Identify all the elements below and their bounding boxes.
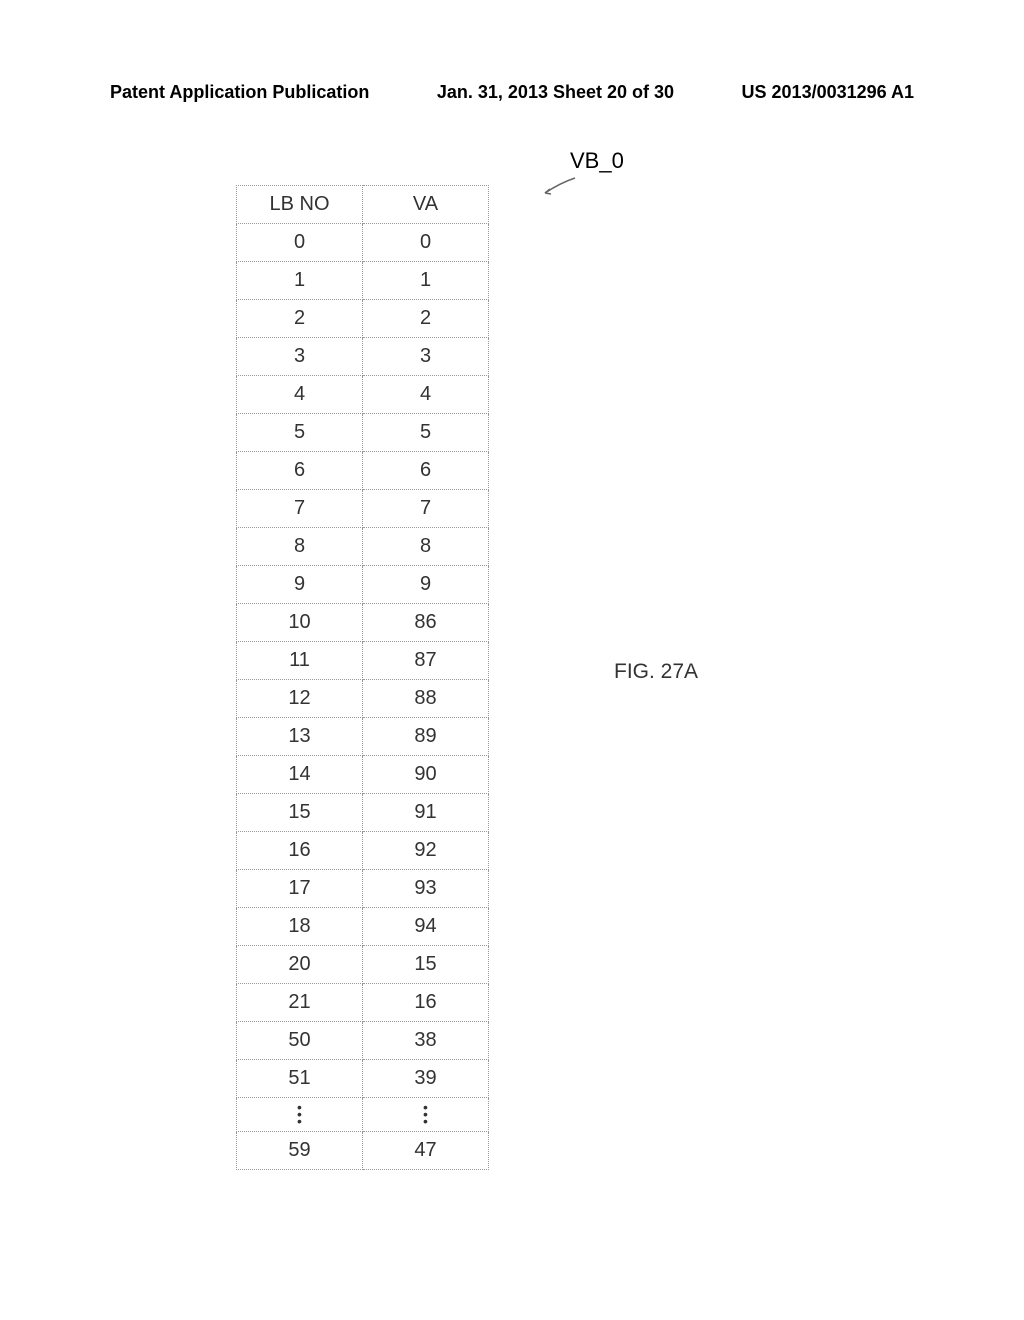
cell-lb: 8: [237, 528, 363, 566]
cell-va: 6: [363, 452, 489, 490]
cell-lb: 51: [237, 1060, 363, 1098]
cell-lb: 2: [237, 300, 363, 338]
cell-lb: 0: [237, 224, 363, 262]
cell-va: 3: [363, 338, 489, 376]
figure-label: FIG. 27A: [614, 660, 698, 684]
table-row: 1591: [237, 794, 489, 832]
cell-va: 93: [363, 870, 489, 908]
cell-lb: 5: [237, 414, 363, 452]
table-row: 5038: [237, 1022, 489, 1060]
cell-lb: 18: [237, 908, 363, 946]
cell-va: 16: [363, 984, 489, 1022]
table-row: 44: [237, 376, 489, 414]
cell-va: 38: [363, 1022, 489, 1060]
cell-lb: 16: [237, 832, 363, 870]
cell-lb: 4: [237, 376, 363, 414]
table-row: 22: [237, 300, 489, 338]
cell-va: 2: [363, 300, 489, 338]
table-row: 55: [237, 414, 489, 452]
table-body: 0011223344556677889910861187128813891490…: [237, 224, 489, 1170]
cell-va: 7: [363, 490, 489, 528]
table-row: 88: [237, 528, 489, 566]
cell-lb: 9: [237, 566, 363, 604]
cell-lb: •••: [237, 1098, 363, 1132]
cell-va: 1: [363, 262, 489, 300]
col-header-lb: LB NO: [237, 186, 363, 224]
table-row: 1490: [237, 756, 489, 794]
cell-lb: 20: [237, 946, 363, 984]
header-patent-number: US 2013/0031296 A1: [742, 82, 914, 103]
cell-va: 8: [363, 528, 489, 566]
cell-va: 92: [363, 832, 489, 870]
cell-lb: 14: [237, 756, 363, 794]
cell-va: 0: [363, 224, 489, 262]
table-row: 77: [237, 490, 489, 528]
cell-lb: 12: [237, 680, 363, 718]
cell-lb: 21: [237, 984, 363, 1022]
arrow-icon: [540, 175, 580, 195]
table-row: 2015: [237, 946, 489, 984]
table-row: 1793: [237, 870, 489, 908]
cell-lb: 15: [237, 794, 363, 832]
vb-label: VB_0: [570, 148, 624, 174]
cell-lb: 1: [237, 262, 363, 300]
col-header-va: VA: [363, 186, 489, 224]
cell-va: 88: [363, 680, 489, 718]
table-row: 33: [237, 338, 489, 376]
cell-lb: 7: [237, 490, 363, 528]
table-row: 5947: [237, 1132, 489, 1170]
cell-lb: 10: [237, 604, 363, 642]
cell-va: 9: [363, 566, 489, 604]
cell-lb: 3: [237, 338, 363, 376]
header-publication: Patent Application Publication: [110, 82, 369, 103]
table-row: 99: [237, 566, 489, 604]
cell-va: 94: [363, 908, 489, 946]
cell-va: 15: [363, 946, 489, 984]
cell-va: 5: [363, 414, 489, 452]
table-row: 1187: [237, 642, 489, 680]
cell-va: •••: [363, 1098, 489, 1132]
cell-va: 91: [363, 794, 489, 832]
data-table-container: LB NO VA 0011223344556677889910861187128…: [236, 185, 489, 1170]
table-header-row: LB NO VA: [237, 186, 489, 224]
table-row: 11: [237, 262, 489, 300]
header-date-sheet: Jan. 31, 2013 Sheet 20 of 30: [437, 82, 674, 103]
table-row: 00: [237, 224, 489, 262]
cell-lb: 6: [237, 452, 363, 490]
cell-lb: 50: [237, 1022, 363, 1060]
page-header: Patent Application Publication Jan. 31, …: [0, 82, 1024, 103]
cell-va: 86: [363, 604, 489, 642]
data-table: LB NO VA 0011223344556677889910861187128…: [236, 185, 489, 1170]
cell-lb: 17: [237, 870, 363, 908]
cell-va: 47: [363, 1132, 489, 1170]
table-row: ••••••: [237, 1098, 489, 1132]
table-row: 1086: [237, 604, 489, 642]
cell-lb: 11: [237, 642, 363, 680]
table-row: 1692: [237, 832, 489, 870]
cell-va: 89: [363, 718, 489, 756]
cell-lb: 13: [237, 718, 363, 756]
table-row: 5139: [237, 1060, 489, 1098]
table-row: 66: [237, 452, 489, 490]
table-row: 1288: [237, 680, 489, 718]
cell-va: 39: [363, 1060, 489, 1098]
cell-va: 4: [363, 376, 489, 414]
cell-lb: 59: [237, 1132, 363, 1170]
table-row: 1894: [237, 908, 489, 946]
table-row: 2116: [237, 984, 489, 1022]
cell-va: 90: [363, 756, 489, 794]
table-row: 1389: [237, 718, 489, 756]
cell-va: 87: [363, 642, 489, 680]
